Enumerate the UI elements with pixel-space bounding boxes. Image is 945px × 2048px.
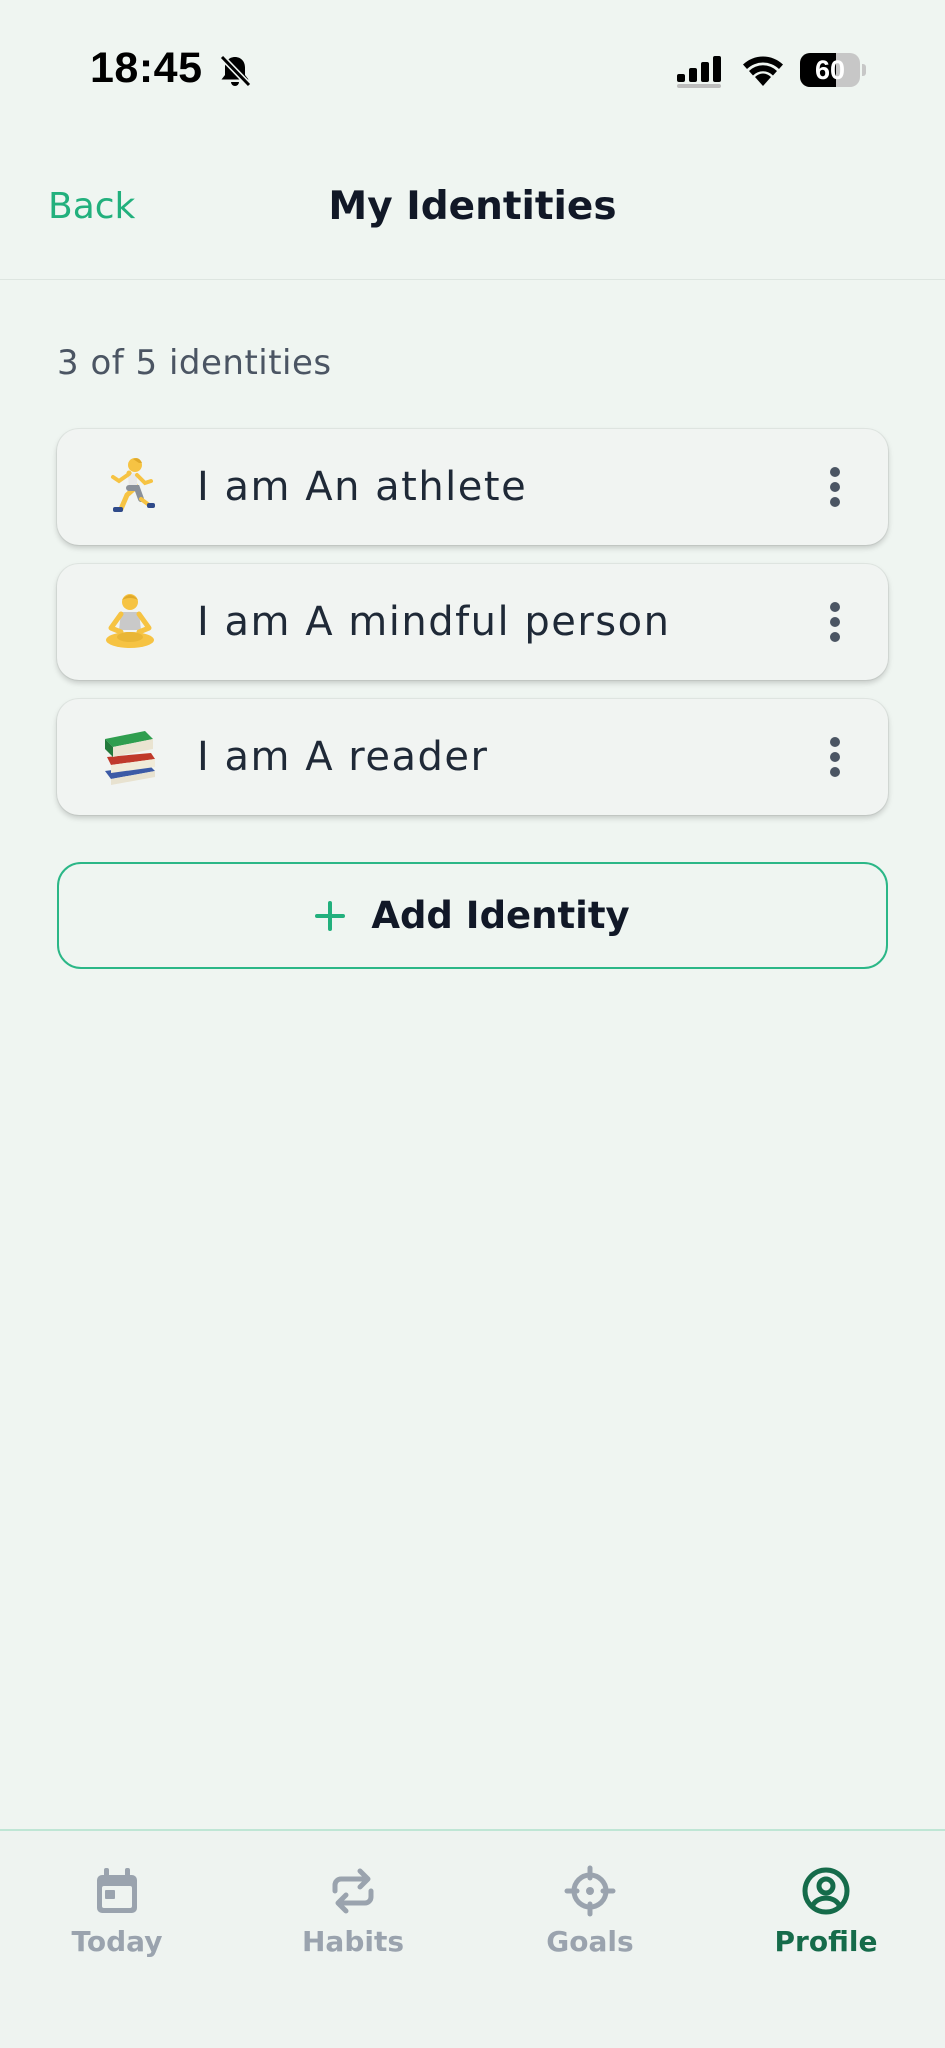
books-icon bbox=[105, 731, 155, 785]
screen: 18:45 60 Back My Identities 3 of 5 ident… bbox=[0, 0, 945, 2048]
identity-label: I am A mindful person bbox=[197, 599, 671, 645]
bell-slash-icon bbox=[219, 54, 252, 88]
cellular-signal-icon bbox=[677, 56, 721, 88]
wifi-icon bbox=[743, 56, 783, 86]
tab-label: Profile bbox=[774, 1925, 878, 1958]
tab-profile[interactable]: Profile bbox=[726, 1865, 926, 1958]
nav-header: Back My Identities bbox=[0, 140, 945, 280]
page-title: My Identities bbox=[328, 184, 617, 229]
battery-level: 60 bbox=[814, 55, 846, 85]
identity-card-mindful[interactable]: I am A mindful person bbox=[57, 564, 888, 680]
status-bar: 18:45 60 bbox=[0, 0, 945, 140]
running-person-icon bbox=[111, 458, 155, 512]
tab-label: Today bbox=[71, 1925, 163, 1958]
identity-label: I am A reader bbox=[197, 734, 489, 780]
more-options-icon[interactable] bbox=[815, 598, 855, 646]
tab-label: Goals bbox=[546, 1925, 634, 1958]
identity-card-reader[interactable]: I am A reader bbox=[57, 699, 888, 815]
repeat-icon bbox=[332, 1868, 374, 1914]
tab-habits[interactable]: Habits bbox=[253, 1865, 453, 1958]
tab-bar: Today Habits Goals Profile bbox=[0, 1829, 945, 2048]
battery-indicator: 60 bbox=[800, 53, 866, 87]
meditating-person-icon bbox=[106, 594, 154, 648]
identity-count: 3 of 5 identities bbox=[57, 343, 332, 383]
add-identity-label: Add Identity bbox=[371, 894, 630, 937]
tab-today[interactable]: Today bbox=[17, 1865, 217, 1958]
tab-goals[interactable]: Goals bbox=[490, 1865, 690, 1958]
target-icon bbox=[564, 1865, 616, 1917]
add-identity-button[interactable]: Add Identity bbox=[57, 862, 888, 969]
identity-list: I am An athlete I am A mindful person I … bbox=[57, 429, 888, 834]
plus-icon bbox=[315, 900, 346, 931]
profile-icon bbox=[802, 1867, 850, 1915]
identity-label: I am An athlete bbox=[197, 464, 528, 510]
tab-label: Habits bbox=[301, 1925, 405, 1958]
status-time: 18:45 bbox=[90, 44, 203, 92]
more-options-icon[interactable] bbox=[815, 463, 855, 511]
identity-card-athlete[interactable]: I am An athlete bbox=[57, 429, 888, 545]
more-options-icon[interactable] bbox=[815, 733, 855, 781]
calendar-icon bbox=[97, 1868, 137, 1913]
